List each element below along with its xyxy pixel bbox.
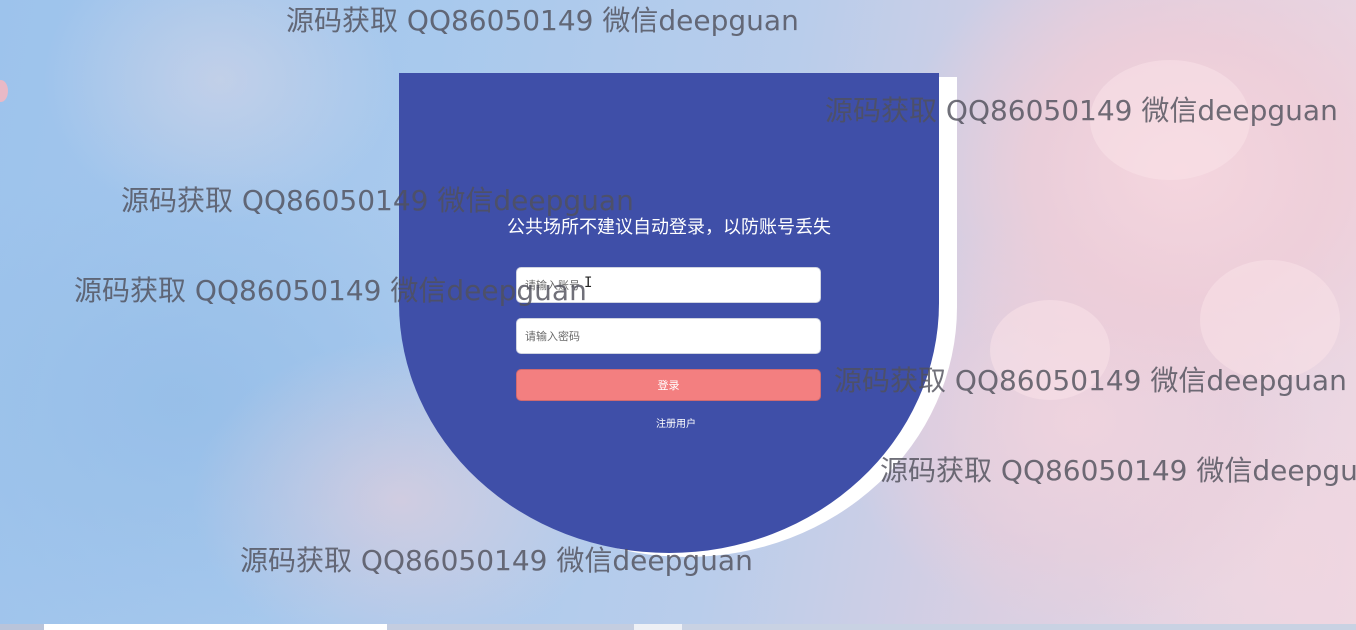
- login-title: 公共场所不建议自动登录，以防账号丢失: [507, 217, 831, 238]
- background-blossom: [1090, 60, 1250, 180]
- scrollbar-segment: [682, 624, 1356, 630]
- scrollbar-segment: [634, 624, 682, 630]
- watermark: 源码获取 QQ86050149 微信deepguan: [880, 454, 1356, 487]
- background-blossom: [1200, 260, 1340, 380]
- background-petal: [0, 80, 8, 102]
- watermark: 源码获取 QQ86050149 微信deepguan: [286, 4, 799, 37]
- login-page: 公共场所不建议自动登录，以防账号丢失 I 登录 注册用户 源码获取 QQ8605…: [0, 0, 1356, 630]
- background-blossom: [990, 300, 1110, 400]
- bottom-scrollbar-strip: [0, 624, 1356, 630]
- login-card: 公共场所不建议自动登录，以防账号丢失 I 登录 注册用户: [399, 73, 939, 553]
- register-link[interactable]: 注册用户: [516, 415, 836, 430]
- scrollbar-segment: [387, 624, 634, 630]
- text-cursor-icon: I: [584, 275, 593, 291]
- account-input[interactable]: [516, 267, 821, 303]
- password-input[interactable]: [516, 318, 821, 354]
- scrollbar-segment: [0, 624, 44, 630]
- login-button[interactable]: 登录: [516, 369, 821, 401]
- scrollbar-segment: [44, 624, 387, 630]
